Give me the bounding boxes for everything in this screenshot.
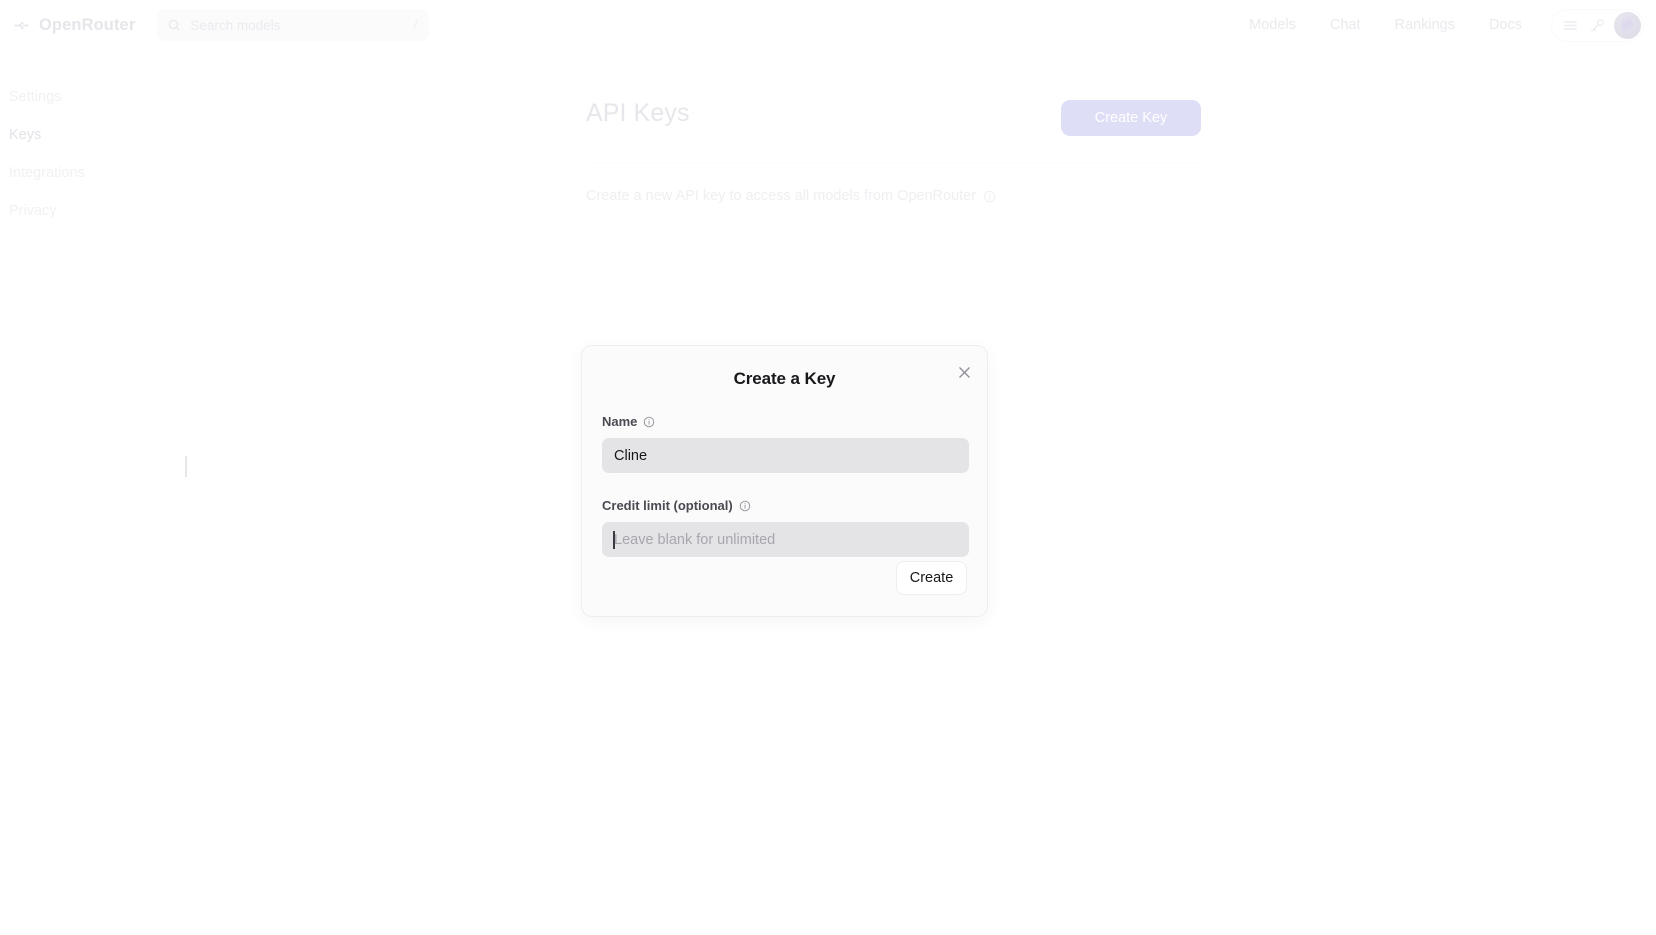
hamburger-menu-icon[interactable] — [1562, 17, 1579, 34]
close-x-icon[interactable] — [956, 364, 973, 381]
top-navigation-bar: OpenRouter Search models / Models Chat R… — [0, 0, 1656, 50]
credit-limit-input[interactable]: Leave blank for unlimited — [602, 522, 969, 557]
api-keys-page: API Keys Create Key Create a new API key… — [586, 96, 1201, 204]
create-key-dialog: Create a Key Name Cline Credit limit (op… — [581, 345, 988, 617]
page-description-row: Create a new API key to access all model… — [586, 188, 1201, 204]
dialog-actions: Create — [896, 561, 967, 595]
avatar[interactable] — [1614, 11, 1641, 39]
page-description: Create a new API key to access all model… — [586, 188, 977, 204]
nav-link-rankings[interactable]: Rankings — [1378, 9, 1472, 41]
search-placeholder: Search models — [190, 17, 281, 33]
sidebar-item-settings[interactable]: Settings — [0, 78, 240, 116]
nav-link-models[interactable]: Models — [1232, 9, 1313, 41]
info-circle-icon[interactable] — [643, 416, 655, 428]
credit-limit-field-group: Credit limit (optional) Leave blank for … — [602, 498, 969, 557]
nav-link-chat[interactable]: Chat — [1313, 9, 1378, 41]
nav-link-docs[interactable]: Docs — [1472, 9, 1539, 41]
brand-name: OpenRouter — [39, 15, 136, 34]
text-caret — [185, 456, 187, 477]
info-circle-icon[interactable] — [983, 190, 996, 203]
page-header: API Keys Create Key — [586, 96, 1201, 136]
dialog-title: Create a Key — [733, 369, 836, 388]
account-menu-pill[interactable] — [1551, 8, 1644, 42]
credit-limit-placeholder: Leave blank for unlimited — [614, 531, 776, 548]
search-input[interactable]: Search models / — [157, 9, 430, 41]
openrouter-logo-icon — [13, 17, 30, 34]
name-field-group: Name Cline — [602, 414, 969, 473]
sidebar-item-privacy[interactable]: Privacy — [0, 192, 240, 230]
name-label: Name — [602, 414, 638, 429]
brand-logo-link[interactable]: OpenRouter — [13, 9, 135, 41]
create-key-button[interactable]: Create Key — [1061, 100, 1201, 136]
credit-limit-label: Credit limit (optional) — [602, 498, 733, 513]
header-divider — [586, 162, 1201, 163]
input-caret — [613, 531, 615, 549]
name-label-row: Name — [602, 414, 967, 429]
key-icon[interactable] — [1582, 17, 1611, 34]
info-circle-icon[interactable] — [739, 500, 751, 512]
page-title: API Keys — [586, 99, 690, 127]
name-input[interactable]: Cline — [602, 438, 969, 473]
credit-limit-label-row: Credit limit (optional) — [602, 498, 967, 513]
sidebar-item-integrations[interactable]: Integrations — [0, 154, 240, 192]
sidebar-item-keys[interactable]: Keys — [0, 116, 240, 154]
create-submit-button[interactable]: Create — [896, 561, 967, 595]
search-shortcut-hint: / — [413, 18, 418, 32]
nav-links-group: Models Chat Rankings Docs — [1232, 8, 1656, 42]
search-icon — [167, 18, 181, 32]
settings-sidebar: Settings Keys Integrations Privacy — [0, 78, 240, 230]
